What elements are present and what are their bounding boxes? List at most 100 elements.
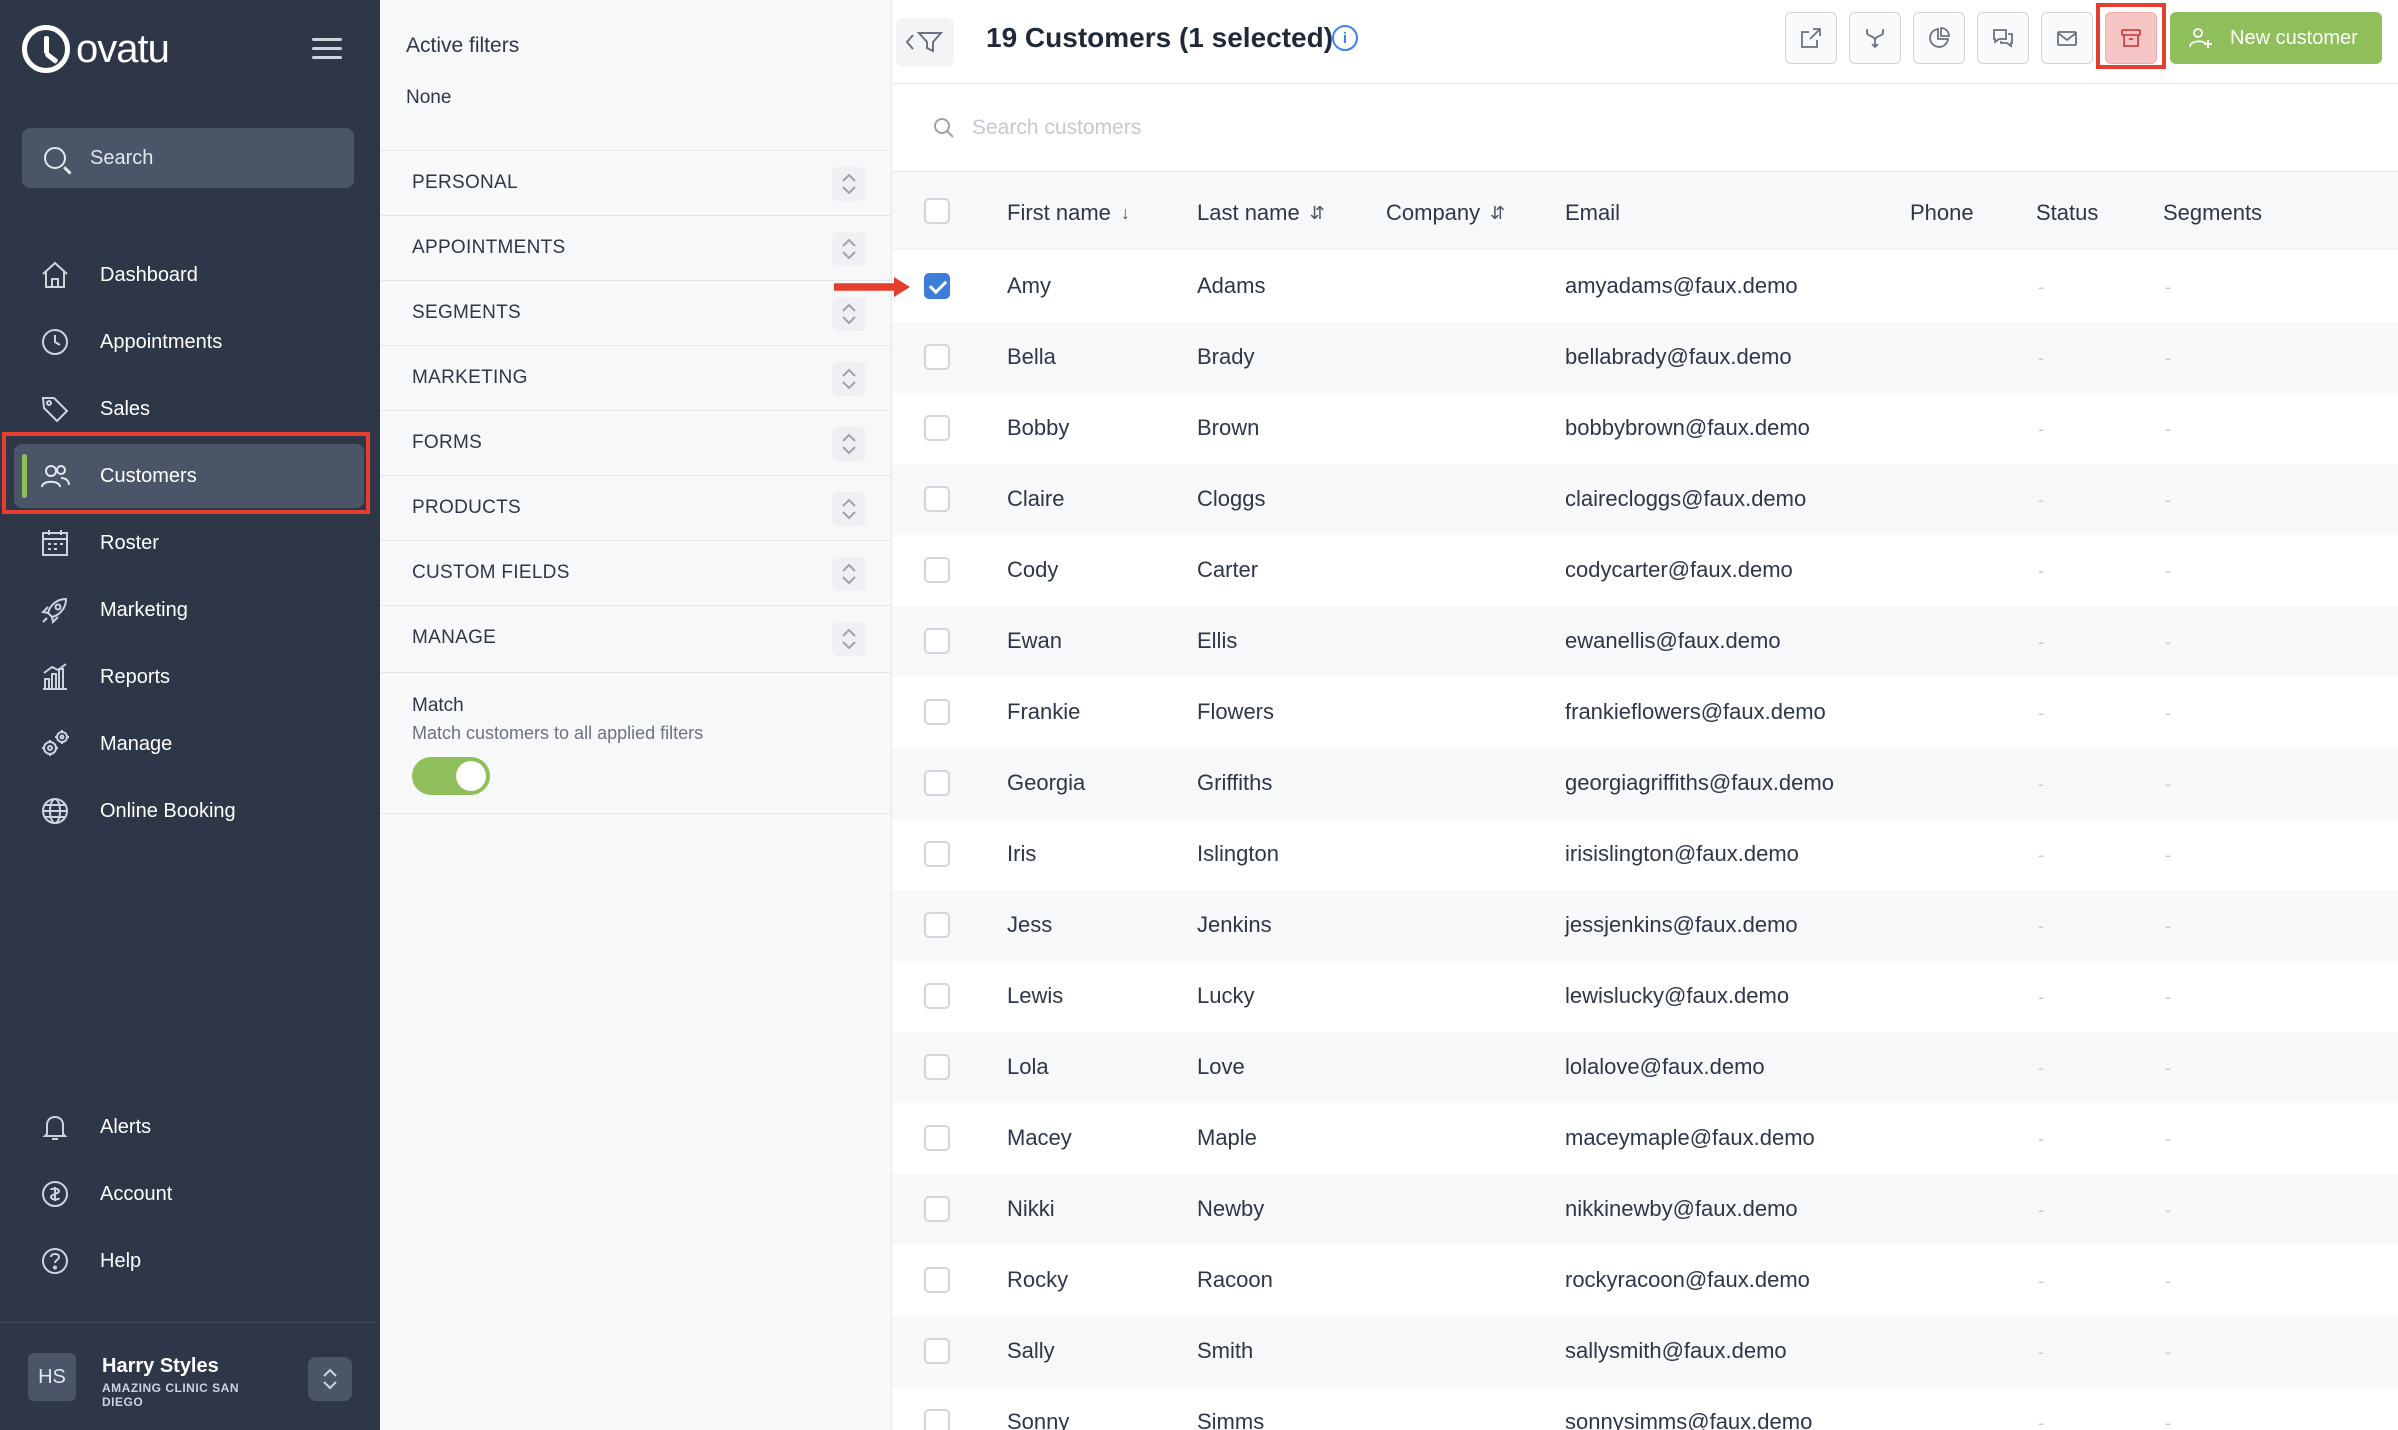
search-input[interactable] [972, 104, 2352, 152]
info-icon[interactable]: i [1332, 25, 1358, 51]
sidebar-item-help[interactable]: Help [14, 1229, 364, 1293]
table-row[interactable]: Macey Maple maceymaple@faux.demo - - [892, 1103, 2398, 1174]
column-label: First name [1007, 200, 1111, 225]
filter-group-products[interactable]: PRODUCTS [380, 475, 892, 540]
sidebar-item-dashboard[interactable]: Dashboard [14, 243, 364, 307]
cell-status: - [2038, 632, 2044, 652]
brand-logo[interactable]: ovatu [22, 24, 170, 74]
filter-group-forms[interactable]: FORMS [380, 410, 892, 475]
row-checkbox[interactable] [924, 557, 950, 583]
active-filters-title: Active filters [406, 34, 520, 57]
table-row[interactable]: Rocky Racoon rockyracoon@faux.demo - - [892, 1245, 2398, 1316]
sidebar-item-sales[interactable]: Sales [14, 377, 364, 441]
table-row[interactable]: Iris Islington irisislington@faux.demo - - [892, 819, 2398, 890]
column-company[interactable]: Company ⇵ [1386, 200, 1505, 226]
cell-status: - [2038, 1271, 2044, 1291]
row-checkbox[interactable] [924, 983, 950, 1009]
column-status[interactable]: Status [2036, 200, 2098, 226]
row-checkbox[interactable] [924, 1409, 950, 1430]
column-first-name[interactable]: First name ↓ [1007, 200, 1130, 226]
row-checkbox[interactable] [924, 841, 950, 867]
account-switcher-button[interactable] [308, 1357, 352, 1401]
sidebar-item-marketing[interactable]: Marketing [14, 578, 364, 642]
merge-icon [1866, 29, 1884, 49]
cell-last: Newby [1197, 1196, 1265, 1221]
sidebar-item-reports[interactable]: Reports [14, 645, 364, 709]
table-row[interactable]: Frankie Flowers frankieflowers@faux.demo - - [892, 677, 2398, 748]
row-checkbox[interactable] [924, 912, 950, 938]
column-email[interactable]: Email [1565, 200, 1620, 226]
sidebar-item-online-booking[interactable]: Online Booking [14, 779, 364, 843]
table-row[interactable]: Sonny Simms sonnysimms@faux.demo - - [892, 1387, 2398, 1430]
calendar-icon [38, 526, 72, 560]
account-icon [38, 1177, 72, 1211]
table-row[interactable]: Sally Smith sallysmith@faux.demo - - [892, 1316, 2398, 1387]
archive-icon [2121, 29, 2141, 47]
row-checkbox[interactable] [924, 273, 950, 299]
filter-group-marketing[interactable]: MARKETING [380, 345, 892, 410]
filter-group-segments[interactable]: SEGMENTS [380, 280, 892, 345]
filter-group-personal[interactable]: PERSONAL [380, 150, 892, 215]
filter-group-custom-fields[interactable]: CUSTOM FIELDS [380, 540, 892, 605]
toggle-filters-button[interactable] [896, 18, 954, 66]
row-checkbox[interactable] [924, 1338, 950, 1364]
cell-segments: - [2165, 419, 2171, 439]
new-customer-button[interactable]: New customer [2170, 12, 2382, 64]
sidebar-search[interactable]: Search [22, 128, 354, 188]
row-checkbox[interactable] [924, 415, 950, 441]
table-row[interactable]: Amy Adams amyadams@faux.demo - - [892, 251, 2398, 322]
cell-email: amyadams@faux.demo [1565, 273, 1798, 298]
help-icon [38, 1244, 72, 1278]
row-checkbox[interactable] [924, 1054, 950, 1080]
sidebar-item-roster[interactable]: Roster [14, 511, 364, 575]
gears-icon [38, 727, 72, 761]
row-checkbox[interactable] [924, 1267, 950, 1293]
table-row[interactable]: Lola Love lolalove@faux.demo - - [892, 1032, 2398, 1103]
table-row[interactable]: Ewan Ellis ewanellis@faux.demo - - [892, 606, 2398, 677]
match-filters-block: Match Match customers to all applied fil… [380, 672, 892, 814]
cell-first: Nikki [1007, 1196, 1055, 1221]
cell-first: Sally [1007, 1338, 1055, 1363]
sidebar-item-alerts[interactable]: Alerts [14, 1095, 364, 1159]
filter-group-appointments[interactable]: APPOINTMENTS [380, 215, 892, 280]
table-row[interactable]: Jess Jenkins jessjenkins@faux.demo - - [892, 890, 2398, 961]
email-button[interactable] [2041, 12, 2093, 64]
hamburger-menu-icon[interactable] [312, 38, 342, 60]
sidebar-item-account[interactable]: Account [14, 1162, 364, 1226]
table-row[interactable]: Bella Brady bellabrady@faux.demo - - [892, 322, 2398, 393]
table-row[interactable]: Lewis Lucky lewislucky@faux.demo - - [892, 961, 2398, 1032]
sidebar-item-label: Roster [100, 531, 159, 554]
row-checkbox[interactable] [924, 628, 950, 654]
row-checkbox[interactable] [924, 699, 950, 725]
segment-button[interactable] [1913, 12, 1965, 64]
sidebar-item-customers[interactable]: Customers [14, 444, 364, 508]
table-row[interactable]: Cody Carter codycarter@faux.demo - - [892, 535, 2398, 606]
row-checkbox[interactable] [924, 344, 950, 370]
row-checkbox[interactable] [924, 770, 950, 796]
sidebar-item-manage[interactable]: Manage [14, 712, 364, 776]
column-segments[interactable]: Segments [2163, 200, 2262, 226]
filter-group-label: PERSONAL [412, 172, 518, 193]
row-checkbox[interactable] [924, 1196, 950, 1222]
merge-button[interactable] [1849, 12, 1901, 64]
clock-icon [38, 325, 72, 359]
match-all-toggle[interactable] [412, 757, 490, 795]
cell-segments: - [2165, 1342, 2171, 1362]
sms-button[interactable] [1977, 12, 2029, 64]
column-last-name[interactable]: Last name ⇵ [1197, 200, 1325, 226]
sidebar-item-appointments[interactable]: Appointments [14, 310, 364, 374]
cell-status: - [2038, 419, 2044, 439]
export-button[interactable] [1785, 12, 1837, 64]
select-all-checkbox[interactable] [924, 198, 950, 224]
row-checkbox[interactable] [924, 1125, 950, 1151]
table-row[interactable]: Claire Cloggs clairecloggs@faux.demo - - [892, 464, 2398, 535]
table-row[interactable]: Georgia Griffiths georgiagriffiths@faux.de… [892, 748, 2398, 819]
row-checkbox[interactable] [924, 486, 950, 512]
table-row[interactable]: Bobby Brown bobbybrown@faux.demo - - [892, 393, 2398, 464]
table-row[interactable]: Nikki Newby nikkinewby@faux.demo - - [892, 1174, 2398, 1245]
sort-desc-icon: ↓ [1120, 202, 1130, 223]
archive-button[interactable] [2105, 12, 2157, 64]
column-phone[interactable]: Phone [1910, 200, 1974, 226]
avatar[interactable]: HS [28, 1353, 76, 1401]
filter-group-manage[interactable]: MANAGE [380, 605, 892, 670]
